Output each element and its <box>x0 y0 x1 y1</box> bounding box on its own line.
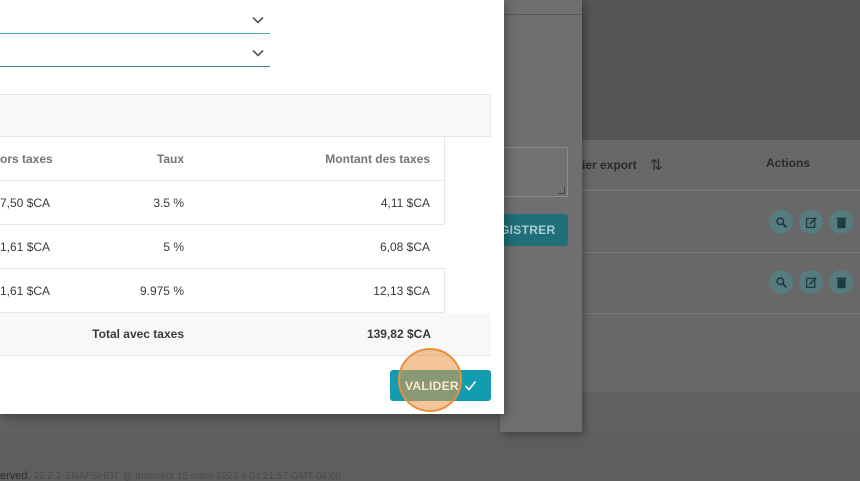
chevron-down-icon <box>252 49 264 57</box>
table-row: 1,61 $CA 5 % 6,08 $CA <box>0 225 445 269</box>
select-field-2[interactable] <box>0 43 270 67</box>
tax-modal: ors taxes Taux Montant des taxes 7,50 $C… <box>0 0 504 414</box>
valider-button-label: VALIDER <box>405 378 459 393</box>
column-header-export[interactable]: ier export <box>582 158 637 172</box>
comment-textarea[interactable] <box>500 147 568 197</box>
trash-icon[interactable] <box>829 210 853 234</box>
sort-icon[interactable]: ⇅ <box>650 156 663 174</box>
cell-tax-amount: 12,13 $CA <box>373 284 430 298</box>
view-icon[interactable] <box>769 270 793 294</box>
footer: erved. 22.2.2-SNAPSHOT @ mercredi 15 mar… <box>0 470 341 481</box>
trash-icon[interactable] <box>829 270 853 294</box>
cell-tax-amount: 4,11 $CA <box>380 196 430 210</box>
valider-button[interactable]: VALIDER <box>390 370 491 401</box>
edit-icon[interactable] <box>799 210 823 234</box>
column-header-tax-amount: Montant des taxes <box>325 152 430 166</box>
edit-icon[interactable] <box>799 270 823 294</box>
select-field-1[interactable] <box>0 10 270 34</box>
total-label: Total avec taxes <box>92 327 184 341</box>
table-row: 1,61 $CA 9.975 % 12,13 $CA <box>0 269 445 313</box>
chevron-down-icon <box>252 16 264 24</box>
tax-table: ors taxes Taux Montant des taxes 7,50 $C… <box>0 137 445 313</box>
cell-rate: 3.5 % <box>153 196 184 210</box>
table-row: 7,50 $CA 3.5 % 4,11 $CA <box>0 181 445 225</box>
table-row-divider <box>582 190 860 191</box>
table-row-divider <box>582 252 860 253</box>
column-header-amount-before-tax: ors taxes <box>0 152 53 166</box>
total-value: 139,82 $CA <box>366 327 431 341</box>
info-box <box>0 94 491 137</box>
cell-tax-amount: 6,08 $CA <box>379 240 430 254</box>
check-icon <box>464 380 477 391</box>
table-row-divider <box>582 313 860 314</box>
footer-copyright: erved. <box>0 470 31 481</box>
view-icon[interactable] <box>769 210 793 234</box>
cell-rate: 9.975 % <box>139 284 184 298</box>
table-header-row: ors taxes Taux Montant des taxes <box>0 137 445 181</box>
cell-amount-before-tax: 7,50 $CA <box>0 196 51 210</box>
cell-rate: 5 % <box>163 240 184 254</box>
cell-amount-before-tax: 1,61 $CA <box>0 284 51 298</box>
column-header-rate: Taux <box>156 152 184 166</box>
cell-amount-before-tax: 1,61 $CA <box>0 240 51 254</box>
total-row: Total avec taxes 139,82 $CA <box>0 313 491 356</box>
background-divider <box>500 14 582 15</box>
footer-version: 22.2.2-SNAPSHOT @ mercredi 15 mars 2023 … <box>33 471 341 481</box>
save-button[interactable]: GISTRER <box>500 214 568 246</box>
column-header-actions: Actions <box>766 156 811 170</box>
